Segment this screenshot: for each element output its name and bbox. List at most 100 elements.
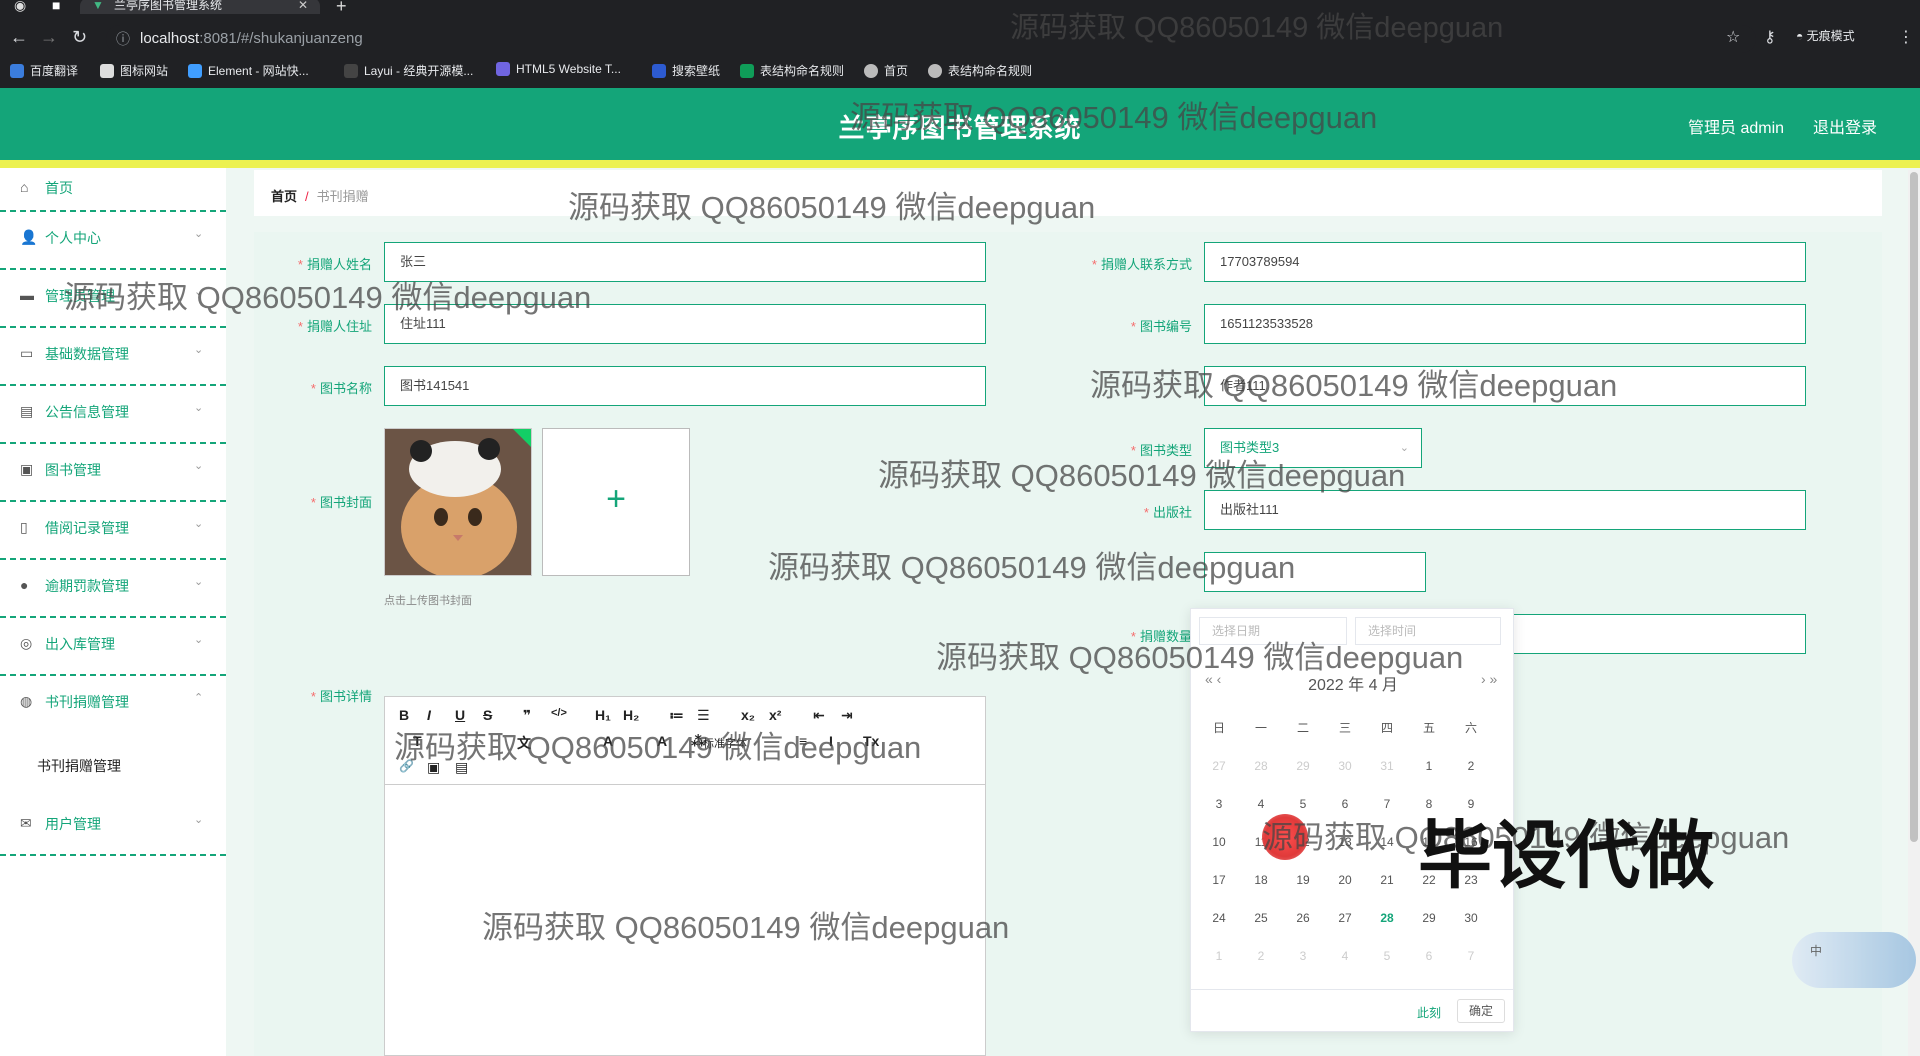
calendar-day[interactable]: 25: [1240, 911, 1282, 925]
calendar-day[interactable]: 30: [1450, 911, 1492, 925]
calendar-day[interactable]: 14: [1366, 835, 1408, 849]
align-button[interactable]: ≡: [799, 733, 807, 749]
calendar-day[interactable]: 28: [1240, 759, 1282, 773]
calendar-day[interactable]: 4: [1324, 949, 1366, 963]
date-input[interactable]: 选择日期: [1199, 617, 1347, 645]
image-icon[interactable]: ▣: [427, 759, 440, 776]
calendar-day[interactable]: 4: [1240, 797, 1282, 811]
sidebar-item-stock[interactable]: ◎ 出入库管理 ⌄: [0, 618, 226, 676]
author-input[interactable]: 作者111: [1204, 366, 1806, 406]
h2-button[interactable]: H₂: [623, 707, 639, 723]
link-icon[interactable]: 🔗: [399, 759, 414, 773]
clear-format-button[interactable]: Tx: [863, 733, 879, 749]
size-select[interactable]: 文: [517, 733, 531, 753]
outdent-button[interactable]: ⇤: [813, 707, 825, 724]
confirm-button[interactable]: 确定: [1457, 999, 1505, 1023]
cover-image-thumbnail[interactable]: [384, 428, 532, 576]
time-input[interactable]: 选择时间: [1355, 617, 1501, 645]
bullet-list-button[interactable]: ☰: [697, 707, 710, 724]
sidebar-item-base-data[interactable]: ▭ 基础数据管理 ⌄: [0, 328, 226, 386]
sidebar-item-books[interactable]: ▣ 图书管理 ⌄: [0, 444, 226, 502]
direction-button[interactable]: T: [413, 733, 422, 749]
donor-name-input[interactable]: 张三: [384, 242, 986, 282]
logout-link[interactable]: 退出登录: [1813, 114, 1877, 138]
bookmark-item[interactable]: 表结构命名规则: [928, 62, 1032, 79]
indent-button[interactable]: ⇥: [841, 707, 853, 724]
code-block-button[interactable]: </>: [551, 707, 567, 719]
bookmark-item[interactable]: Element - 网站快...: [188, 62, 309, 79]
back-icon[interactable]: ←: [10, 27, 28, 48]
book-number-input[interactable]: 1651123533528: [1204, 304, 1806, 344]
scrollbar-thumb[interactable]: [1910, 172, 1918, 842]
video-icon[interactable]: ▤: [455, 759, 468, 776]
calendar-day[interactable]: 27: [1324, 911, 1366, 925]
calendar-day[interactable]: 17: [1198, 873, 1240, 887]
browser-more-icon[interactable]: ⋮: [1898, 27, 1914, 47]
subscript-button[interactable]: x₂: [741, 707, 755, 723]
italic-button[interactable]: I: [427, 707, 431, 723]
now-button[interactable]: 此刻: [1417, 1004, 1441, 1021]
calendar-day[interactable]: 2: [1450, 759, 1492, 773]
browser-tab[interactable]: ▼ 兰亭序图书管理系统 ✕: [80, 0, 320, 14]
url-input[interactable]: ⓘ localhost:8081/#/shukanjuanzeng: [106, 25, 1756, 53]
superscript-button[interactable]: x²: [769, 707, 781, 723]
bookmark-item[interactable]: 百度翻译: [10, 62, 78, 79]
calendar-day[interactable]: 7: [1450, 949, 1492, 963]
sidebar-item-fines[interactable]: ● 逾期罚款管理 ⌄: [0, 560, 226, 618]
calendar-day[interactable]: 10: [1198, 835, 1240, 849]
calendar-day[interactable]: 29: [1408, 911, 1450, 925]
reload-icon[interactable]: ↻: [72, 27, 87, 48]
background-button[interactable]: A: [657, 733, 667, 749]
calendar-day[interactable]: 18: [1240, 873, 1282, 887]
sidebar-item-users[interactable]: ✉ 用户管理 ⌄: [0, 798, 226, 856]
calendar-day[interactable]: 21: [1366, 873, 1408, 887]
scrollbar[interactable]: [1908, 170, 1920, 1056]
forward-icon[interactable]: →: [40, 27, 58, 48]
ordered-list-button[interactable]: ≔: [669, 707, 684, 724]
tab-close-icon[interactable]: ✕: [298, 0, 308, 12]
key-icon[interactable]: ⚷: [1764, 27, 1776, 47]
calendar-day[interactable]: 5: [1366, 949, 1408, 963]
bold-button[interactable]: B: [399, 707, 409, 723]
bookmark-item[interactable]: 图标网站: [100, 62, 168, 79]
bookmark-star-icon[interactable]: ☆: [1726, 27, 1740, 47]
calendar-day[interactable]: 28: [1366, 911, 1408, 925]
blockquote-button[interactable]: ❞: [523, 707, 531, 724]
sidebar-item-borrow[interactable]: ▯ 借阅记录管理 ⌄: [0, 502, 226, 560]
underline-button[interactable]: U: [455, 707, 465, 723]
calendar-day[interactable]: 29: [1282, 759, 1324, 773]
incognito-badge[interactable]: ◓ 无痕模式: [1796, 27, 1855, 44]
sidebar-item-admins[interactable]: ▬ 管理员管理 ⌄: [0, 270, 226, 328]
breadcrumb-home[interactable]: 首页: [271, 189, 297, 204]
calendar-day[interactable]: 7: [1366, 797, 1408, 811]
bookmark-item[interactable]: 首页: [864, 62, 908, 79]
calendar-day[interactable]: 3: [1282, 949, 1324, 963]
calendar-day[interactable]: 19: [1282, 873, 1324, 887]
sidebar-item-profile[interactable]: 👤 个人中心 ⌄: [0, 212, 226, 270]
font-select[interactable]: 标准字体: [703, 735, 747, 751]
strike-button[interactable]: S: [483, 707, 492, 723]
calendar-day[interactable]: 31: [1366, 759, 1408, 773]
italic-alt-button[interactable]: I: [829, 733, 833, 749]
calendar-day[interactable]: 5: [1282, 797, 1324, 811]
color-button[interactable]: A: [603, 733, 613, 749]
calendar-day[interactable]: 1: [1408, 759, 1450, 773]
calendar-day[interactable]: 13: [1324, 835, 1366, 849]
calendar-day[interactable]: 26: [1282, 911, 1324, 925]
new-tab-icon[interactable]: +: [336, 0, 347, 17]
donation-date-input[interactable]: [1204, 552, 1426, 592]
calendar-day[interactable]: 30: [1324, 759, 1366, 773]
donor-phone-input[interactable]: 17703789594: [1204, 242, 1806, 282]
calendar-day[interactable]: 20: [1324, 873, 1366, 887]
sidebar-item-notices[interactable]: ▤ 公告信息管理 ⌄: [0, 386, 226, 444]
h1-button[interactable]: H₁: [595, 707, 611, 723]
calendar-day[interactable]: 24: [1198, 911, 1240, 925]
sidebar-subitem-donation[interactable]: 书刊捐赠管理: [0, 734, 226, 798]
bookmark-item[interactable]: Layui - 经典开源模...: [344, 62, 473, 79]
bookmark-item[interactable]: 搜索壁纸: [652, 62, 720, 79]
upload-add-button[interactable]: +: [542, 428, 690, 576]
calendar-day[interactable]: 1: [1198, 949, 1240, 963]
next-year-month-icon[interactable]: › »: [1481, 671, 1497, 687]
window-icon[interactable]: ■: [52, 0, 60, 13]
bookmark-item[interactable]: 表结构命名规则: [740, 62, 844, 79]
